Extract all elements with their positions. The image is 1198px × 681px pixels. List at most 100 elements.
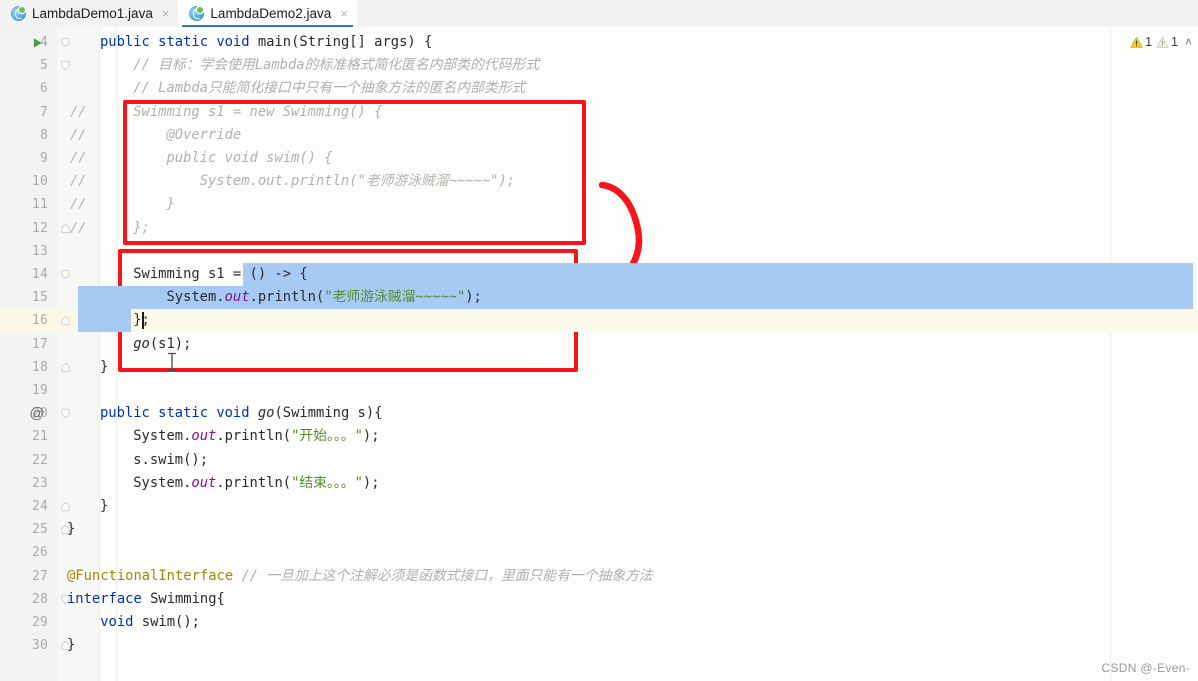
tab-label: LambdaDemo2.java (210, 6, 332, 21)
code-line[interactable]: 30} (0, 634, 1198, 657)
code-text[interactable]: public void swim() { (100, 147, 332, 170)
tab-lambdademo2[interactable]: LambdaDemo2.java × (178, 0, 357, 27)
tab-label: LambdaDemo1.java (32, 6, 153, 21)
code-line[interactable]: 18} (0, 356, 1198, 379)
code-line[interactable]: 10 // System.out.println("老师游泳贼溜~~~~~"); (0, 170, 1198, 193)
code-text[interactable]: Swimming s1 = new Swimming() { (100, 101, 382, 124)
code-line[interactable]: 17 go(s1); (0, 333, 1198, 356)
fold-collapse-icon[interactable] (60, 269, 71, 280)
code-line[interactable]: 14 Swimming s1 = () -> { (0, 263, 1198, 286)
commented-line-marker: // (70, 196, 87, 213)
code-editor[interactable]: 4 public static void main(String[] args) … (0, 27, 1198, 681)
line-number: 10 (31, 174, 48, 190)
code-line[interactable]: 27 @FunctionalInterface // 一旦加上这个注解必须是函数式… (0, 565, 1198, 588)
code-line[interactable]: 4 public static void main(String[] args) … (0, 31, 1198, 54)
code-text[interactable]: s.swim(); (100, 449, 208, 472)
code-line[interactable]: 13 (0, 240, 1198, 263)
override-gutter-marker[interactable]: @ (28, 402, 46, 425)
fold-handle[interactable] (58, 54, 72, 77)
code-line[interactable]: 8 // @Override (0, 124, 1198, 147)
code-line[interactable]: 11 // } (0, 193, 1198, 216)
fold-collapse-icon[interactable] (60, 60, 71, 71)
code-text[interactable]: @Override (100, 124, 241, 147)
fold-handle[interactable] (58, 263, 72, 286)
fold-end-icon[interactable] (60, 362, 71, 373)
code-text[interactable]: } (100, 495, 108, 518)
code-line[interactable]: 29 void swim(); (0, 611, 1198, 634)
fold-end-icon[interactable] (60, 315, 71, 326)
code-line[interactable]: 5 // 目标：学会使用Lambda的标准格式简化匿名内部类的代码形式 (0, 54, 1198, 77)
fold-collapse-icon[interactable] (60, 408, 71, 419)
fold-handle[interactable] (58, 309, 72, 332)
code-text[interactable]: } (100, 356, 108, 379)
editor-tab-bar: LambdaDemo1.java × LambdaDemo2.java × (0, 0, 1198, 28)
line-number: 6 (39, 81, 48, 97)
run-gutter-marker[interactable] (28, 31, 46, 54)
code-line[interactable]: 19 (0, 379, 1198, 402)
line-number: 30 (31, 638, 48, 654)
line-number: 9 (39, 151, 48, 166)
fold-handle[interactable] (58, 356, 72, 379)
code-line[interactable]: 21 System.out.println("开始。。。"); (0, 425, 1198, 448)
code-text[interactable]: interface Swimming{ (67, 588, 225, 611)
code-text[interactable]: public static void main(String[] args) { (100, 31, 432, 54)
run-gutter-icon[interactable] (32, 37, 43, 49)
line-number: 28 (31, 591, 48, 607)
commented-line-marker: // (70, 150, 87, 166)
line-number: 27 (31, 568, 48, 584)
code-text[interactable]: @FunctionalInterface // 一旦加上这个注解必须是函数式接口… (67, 565, 653, 588)
java-class-icon (189, 6, 205, 21)
code-text[interactable]: void swim(); (67, 611, 200, 634)
line-number: 14 (31, 267, 48, 282)
line-number: 23 (31, 475, 48, 491)
fold-handle[interactable] (58, 31, 72, 54)
code-line[interactable]: 22 s.swim(); (0, 449, 1198, 472)
line-number: 16 (31, 313, 48, 329)
code-line[interactable]: 28 interface Swimming{ (0, 588, 1198, 611)
line-number: 12 (31, 220, 48, 236)
code-text[interactable]: } (67, 634, 75, 657)
commented-line-marker: // (70, 126, 87, 143)
fold-handle[interactable] (58, 495, 72, 518)
code-text[interactable]: // 目标：学会使用Lambda的标准格式简化匿名内部类的代码形式 (100, 54, 539, 77)
java-class-icon (11, 6, 26, 21)
close-icon[interactable]: × (340, 7, 348, 20)
fold-end-icon[interactable] (60, 223, 71, 234)
line-number: 29 (31, 615, 48, 630)
code-text[interactable]: go(s1); (100, 333, 191, 356)
tab-lambdademo1[interactable]: LambdaDemo1.java × (0, 0, 179, 27)
code-line[interactable]: 23 System.out.println("结束。。。"); (0, 472, 1198, 495)
code-line[interactable]: 26 (0, 541, 1198, 564)
code-text[interactable]: public static void go(Swimming s){ (100, 402, 382, 425)
fold-end-icon[interactable] (60, 501, 71, 512)
code-text[interactable]: Swimming s1 = () -> { (100, 263, 307, 286)
code-text[interactable]: // Lambda只能简化接口中只有一个抽象方法的匿名内部类形式 (100, 77, 525, 100)
commented-line-marker: // (70, 219, 87, 236)
code-text[interactable]: System.out.println("开始。。。"); (100, 425, 379, 448)
code-text[interactable]: System.out.println("结束。。。"); (100, 472, 379, 495)
fold-handle[interactable] (58, 402, 72, 425)
line-number: 22 (31, 452, 48, 468)
line-number: 25 (31, 522, 48, 538)
code-line[interactable]: 12 // }; (0, 217, 1198, 240)
line-number: 24 (31, 499, 48, 514)
fold-collapse-icon[interactable] (60, 37, 71, 48)
code-line[interactable]: 15 System.out.println("老师游泳贼溜~~~~~"); (0, 286, 1198, 309)
code-line[interactable]: 7 // Swimming s1 = new Swimming() { (0, 101, 1198, 124)
code-text[interactable]: } (100, 193, 174, 216)
watermark: CSDN @-Even- (1101, 661, 1190, 675)
code-line[interactable]: 20 @ public static void go(Swimming s){ (0, 402, 1198, 425)
code-line[interactable]: 16 }; (0, 309, 1198, 332)
code-text[interactable]: System.out.println("老师游泳贼溜~~~~~"); (100, 286, 481, 309)
code-line[interactable]: 25} (0, 518, 1198, 541)
line-number: 7 (39, 104, 48, 120)
line-number: 11 (31, 197, 48, 213)
code-text[interactable]: }; (100, 217, 150, 240)
line-number: 18 (31, 359, 48, 375)
code-text[interactable]: } (67, 518, 75, 541)
close-icon[interactable]: × (162, 7, 170, 20)
code-line[interactable]: 6 // Lambda只能简化接口中只有一个抽象方法的匿名内部类形式 (0, 77, 1198, 100)
code-line[interactable]: 9 // public void swim() { (0, 147, 1198, 170)
code-text[interactable]: System.out.println("老师游泳贼溜~~~~~"); (100, 170, 515, 193)
code-line[interactable]: 24} (0, 495, 1198, 518)
